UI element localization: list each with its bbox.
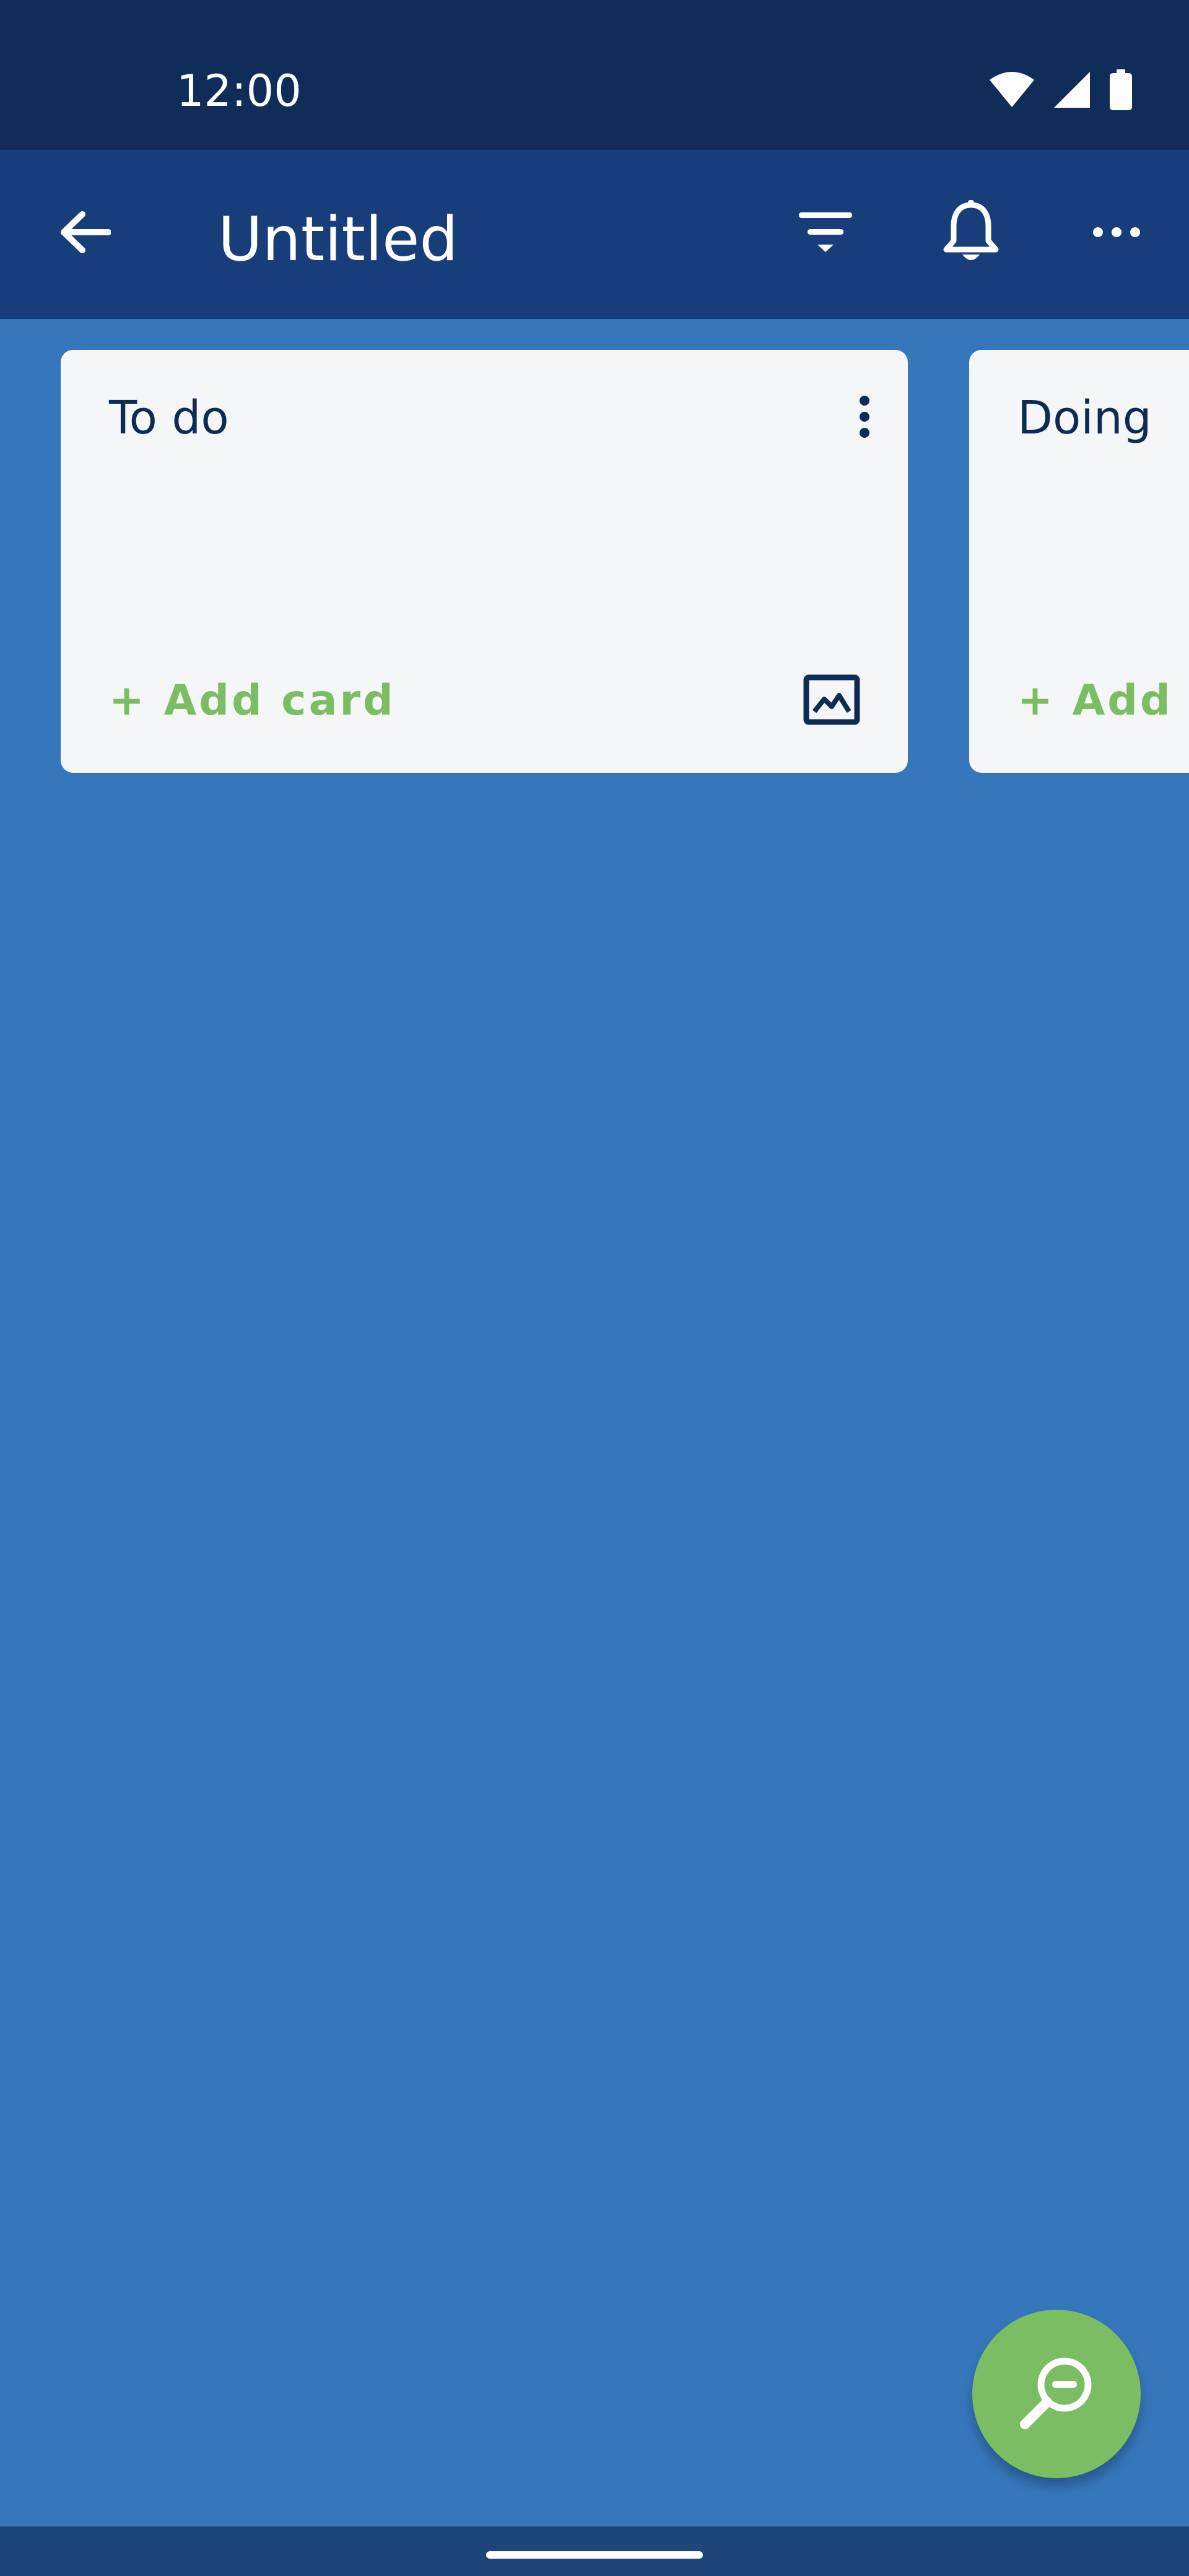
zoom-out-icon [1016,2352,1097,2436]
list-title[interactable]: Doing [1017,390,1152,446]
image-icon [803,674,860,728]
signal-icon [1053,71,1091,112]
list-menu-button[interactable] [846,384,883,452]
more-options-button[interactable] [1070,187,1163,280]
wifi-icon [988,71,1035,111]
battery-icon [1108,69,1133,113]
zoom-out-button[interactable] [972,2310,1141,2478]
add-image-button[interactable] [798,667,866,735]
list-doing: Doing + Add card [969,350,1189,773]
list-title[interactable]: To do [109,390,229,446]
status-icons [988,69,1133,113]
filter-button[interactable] [779,187,872,280]
status-bar: 12:00 [0,0,1189,150]
board-screen: 12:00 Untitled To do + Add card Doing + … [0,0,1189,2576]
add-card-button[interactable]: + Add card [109,676,396,726]
status-time: 12:00 [176,66,302,116]
add-card-button[interactable]: + Add card [1017,676,1189,726]
list-todo: To do + Add card [61,350,908,773]
more-vertical-icon [858,395,871,442]
board-title: Untitled [218,204,458,275]
filter-icon [799,212,852,255]
navigation-bar [0,2526,1189,2576]
more-horizontal-icon [1092,226,1141,242]
back-button[interactable] [38,187,131,280]
notifications-button[interactable] [925,187,1017,280]
bell-icon [941,199,1001,268]
app-bar: Untitled [0,150,1189,319]
back-arrow-icon [59,211,111,257]
home-gesture-handle[interactable] [486,2551,703,2559]
